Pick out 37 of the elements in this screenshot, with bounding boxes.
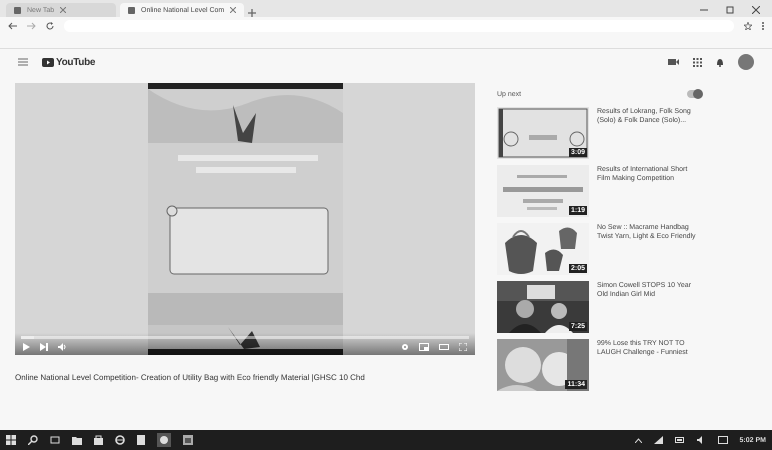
task-view-icon[interactable]: [50, 435, 60, 445]
bag-icon[interactable]: [94, 435, 103, 445]
volume-icon[interactable]: [58, 343, 67, 351]
settings-icon[interactable]: [401, 343, 409, 351]
browser-icon[interactable]: [115, 435, 125, 445]
next-icon[interactable]: [40, 343, 48, 351]
back-icon[interactable]: [8, 22, 17, 30]
network-icon[interactable]: [654, 436, 663, 444]
close-icon[interactable]: [752, 6, 760, 14]
avatar[interactable]: [738, 54, 754, 70]
close-icon[interactable]: [230, 7, 236, 13]
battery-icon[interactable]: [674, 437, 685, 443]
page-icon: [128, 6, 135, 14]
fullscreen-icon[interactable]: [459, 343, 467, 351]
page-icon: [14, 6, 21, 14]
theater-icon[interactable]: [439, 343, 449, 351]
apps-grid-icon[interactable]: [693, 58, 702, 66]
search-icon[interactable]: [28, 435, 38, 445]
video-title: Online National Level Competition- Creation of Utility Bag with Eco friendly Material |GHSC 10 Chd: [15, 373, 366, 382]
play-icon[interactable]: [23, 343, 30, 351]
windows-icon[interactable]: [6, 435, 16, 445]
video-camera-icon[interactable]: [668, 58, 679, 66]
menu-icon[interactable]: [18, 58, 28, 66]
reload-icon[interactable]: [46, 22, 54, 30]
video-player[interactable]: [15, 83, 475, 355]
play-logo-icon: [42, 58, 54, 66]
autoplay-toggle[interactable]: [687, 90, 701, 98]
miniplayer-icon[interactable]: [419, 343, 429, 351]
keyboard-icon[interactable]: [718, 436, 728, 444]
restore-icon[interactable]: [726, 6, 734, 14]
star-icon[interactable]: [744, 22, 752, 30]
window-icon[interactable]: [183, 435, 193, 445]
youtube-logo[interactable]: YouTube: [42, 56, 96, 68]
bell-icon[interactable]: [716, 58, 724, 66]
caret-up-icon[interactable]: [634, 438, 642, 442]
folder-icon[interactable]: [72, 436, 82, 444]
new-tab-icon[interactable]: [248, 9, 256, 17]
